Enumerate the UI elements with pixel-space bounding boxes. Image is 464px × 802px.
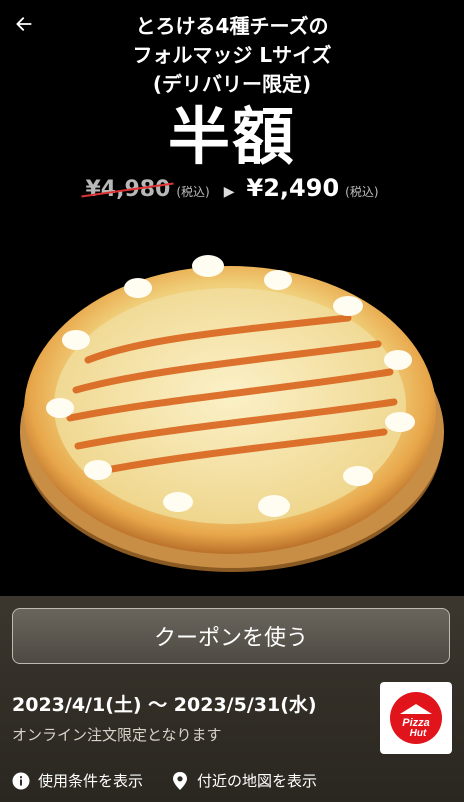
original-price-tax: (税込)	[176, 185, 210, 199]
discounted-price-tax: (税込)	[345, 185, 379, 199]
discount-headline: 半額	[167, 100, 296, 173]
title-line-2: フォルマッジ Lサイズ	[132, 43, 332, 67]
play-arrow-icon: ▶	[223, 184, 235, 200]
original-price: ¥4,980	[81, 177, 175, 202]
pizza-hut-logo-mark: Pizza Hut	[390, 692, 442, 744]
pizza-hut-logo: Pizza Hut	[380, 682, 452, 754]
pizza-image	[20, 255, 444, 572]
price-row: ¥4,980 (税込) ▶ ¥2,490 (税込)	[0, 174, 464, 202]
coupon-links: 使用条件を表示 付近の地図を表示	[12, 770, 345, 791]
use-coupon-button[interactable]: クーポンを使う	[12, 608, 450, 664]
title-line-3: (デリバリー限定)	[152, 72, 312, 96]
svg-text:Hut: Hut	[410, 728, 427, 739]
usage-conditions-label: 使用条件を表示	[38, 772, 144, 790]
info-icon	[12, 772, 30, 790]
product-title: とろける4種チーズの フォルマッジ Lサイズ (デリバリー限定)	[0, 12, 464, 99]
discounted-price: ¥2,490	[246, 174, 340, 202]
map-pin-icon	[171, 771, 189, 790]
coupon-screen: とろける4種チーズの フォルマッジ Lサイズ (デリバリー限定) 半額 ¥4,9…	[0, 0, 464, 802]
nearby-map-label: 付近の地図を表示	[197, 772, 318, 790]
nearby-map-link[interactable]: 付近の地図を表示	[171, 770, 317, 791]
title-line-1: とろける4種チーズの	[135, 14, 329, 38]
coupon-panel: クーポンを使う 2023/4/1(土) 〜 2023/5/31(水) オンライン…	[0, 596, 464, 802]
usage-conditions-link[interactable]: 使用条件を表示	[12, 770, 143, 791]
coupon-note: オンライン注文限定となります	[12, 726, 222, 744]
coupon-period: 2023/4/1(土) 〜 2023/5/31(水)	[12, 694, 317, 716]
